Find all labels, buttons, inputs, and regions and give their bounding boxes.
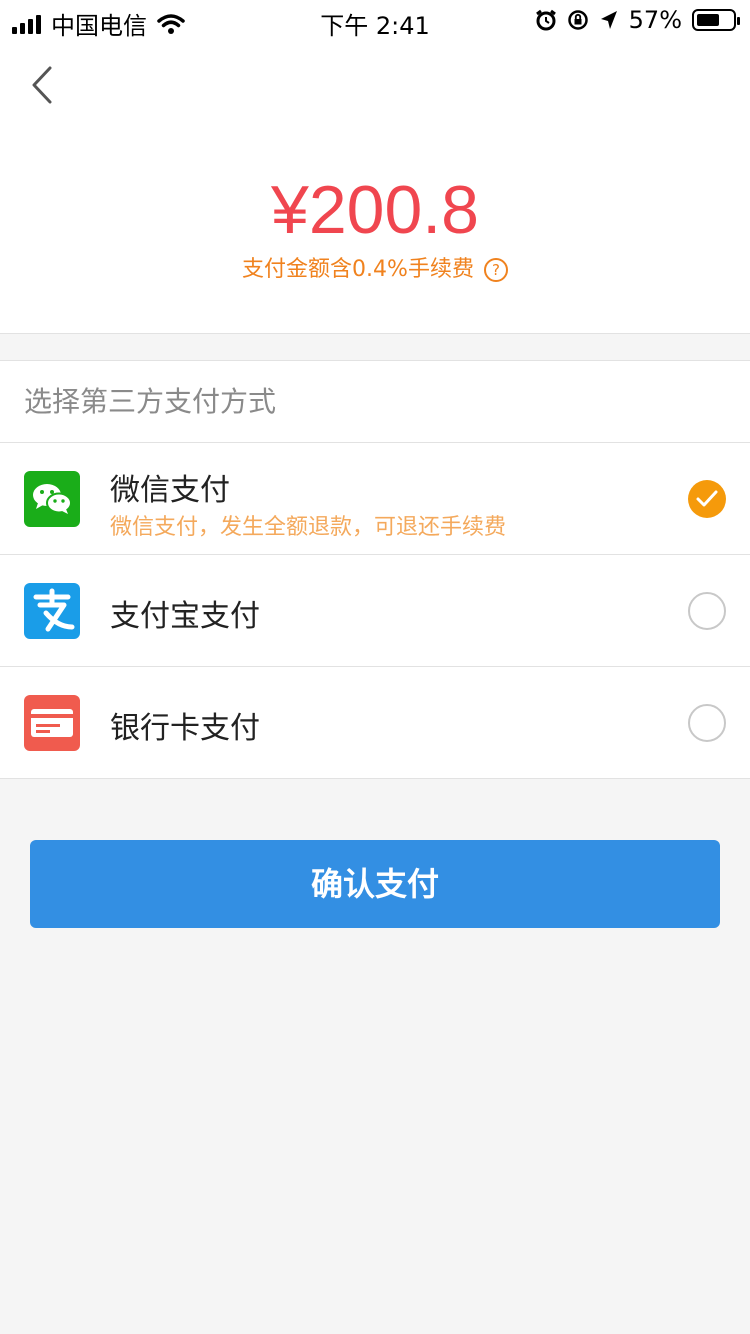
wechat-icon [24, 471, 80, 527]
fee-note: 支付金额含0.4%手续费? [0, 255, 750, 285]
method-wechat[interactable]: 微信支付 微信支付，发生全额退款，可退还手续费 [0, 443, 750, 555]
payment-summary: ¥200.8 支付金额含0.4%手续费? [0, 40, 750, 334]
radio-unselected[interactable] [688, 704, 726, 742]
method-subtitle: 微信支付，发生全额退款，可退还手续费 [110, 515, 507, 540]
bank-card-icon [24, 695, 80, 751]
back-button[interactable] [24, 60, 64, 110]
battery-percent: 57% [628, 6, 682, 34]
alarm-icon [535, 9, 556, 31]
status-bar: 中国电信 下午 2:41 57% [0, 0, 750, 40]
confirm-payment-button[interactable]: 确认支付 [30, 840, 720, 928]
method-label: 微信支付 [110, 473, 230, 508]
location-icon [600, 11, 617, 29]
payment-amount: ¥200.8 [271, 172, 479, 248]
rotation-lock-icon [567, 10, 588, 30]
radio-selected[interactable] [688, 480, 726, 518]
battery-icon [692, 9, 740, 31]
checkmark-icon [696, 490, 718, 507]
method-label: 支付宝支付 [110, 599, 260, 634]
chevron-left-icon [32, 66, 52, 104]
method-label: 银行卡支付 [110, 711, 260, 746]
radio-unselected[interactable] [688, 592, 726, 630]
method-bank-card[interactable]: 银行卡支付 [0, 667, 750, 779]
status-right: 57% [535, 6, 740, 34]
section-title: 选择第三方支付方式 [0, 361, 750, 443]
payment-methods: 选择第三方支付方式 微信支付 微信支付，发生全额退款，可退还手续费 支付宝支付 … [0, 360, 750, 779]
help-icon[interactable]: ? [483, 258, 508, 282]
fee-note-text: 支付金额含0.4%手续费 [242, 257, 474, 282]
alipay-icon [24, 583, 80, 639]
method-alipay[interactable]: 支付宝支付 [0, 555, 750, 667]
